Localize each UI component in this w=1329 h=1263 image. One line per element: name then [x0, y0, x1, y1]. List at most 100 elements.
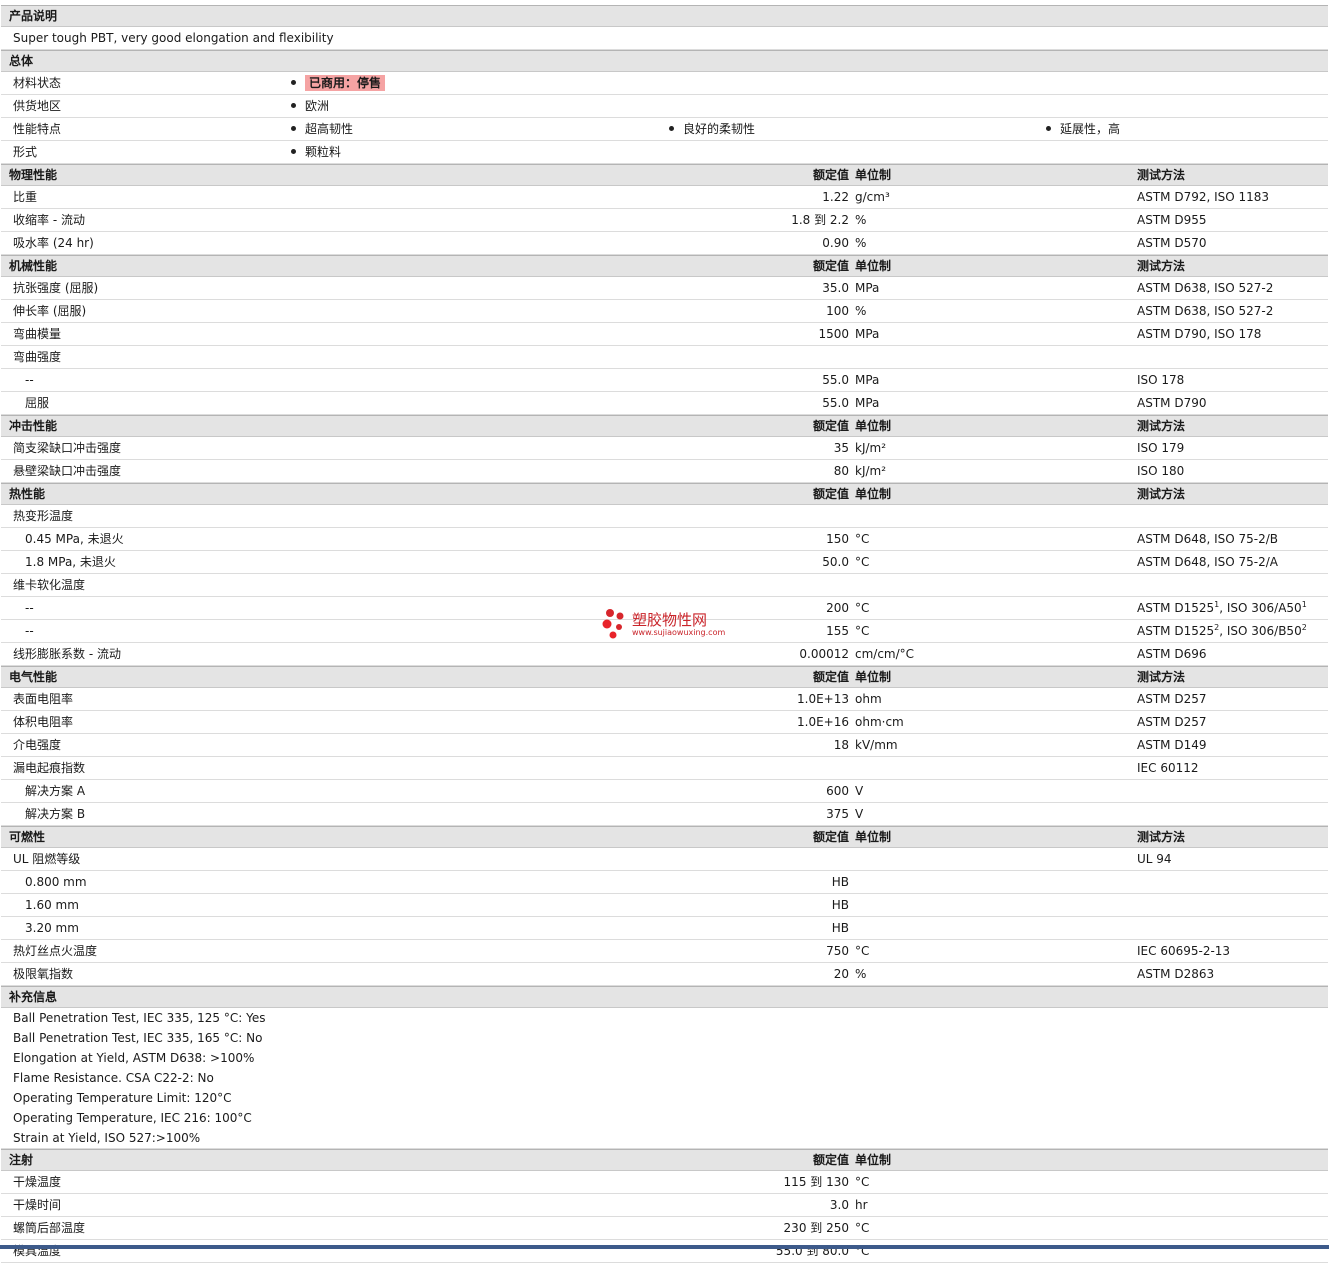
row-value: 80 — [833, 464, 849, 478]
bottom-scroll-bar — [0, 1245, 1329, 1249]
col-header-value: 额定值 — [812, 830, 849, 844]
bullet-icon — [291, 149, 296, 154]
row-label: 模具温度 — [13, 1244, 62, 1258]
section-header-mechanical: 机械性能 额定值 单位制 测试方法 — [1, 255, 1328, 277]
property-subrow: 解决方案 A 600 V — [1, 780, 1328, 803]
row-label: 供货地区 — [13, 99, 62, 113]
col-header-test: 测试方法 — [1137, 830, 1186, 844]
row-value: 1.8 到 2.2 — [791, 213, 849, 227]
col-header-unit: 单位制 — [855, 670, 892, 684]
feature-item: 超高韧性 — [291, 118, 353, 140]
note-text: Flame Resistance. CSA C22-2: No — [13, 1071, 214, 1085]
row-value: HB — [831, 921, 849, 935]
row-test: ASTM D790 — [1137, 396, 1207, 410]
row-label: 伸长率 (屈服) — [13, 304, 87, 318]
row-unit: MPa — [855, 281, 880, 295]
row-value: 50.0 — [822, 555, 849, 569]
row-test: ASTM D2863 — [1137, 967, 1215, 981]
feature-text: 良好的柔韧性 — [683, 122, 756, 136]
section-title: 电气性能 — [9, 670, 58, 684]
col-header-value: 额定值 — [812, 259, 849, 273]
row-label: 弯曲模量 — [13, 327, 62, 341]
property-row: 线形膨胀系数 - 流动 0.00012 cm/cm/°C ASTM D696 — [1, 643, 1328, 666]
row-unit: ohm·cm — [855, 715, 904, 729]
property-row: 简支梁缺口冲击强度 35 kJ/m² ISO 179 — [1, 437, 1328, 460]
feature-item: 颗粒料 — [291, 141, 341, 163]
section-header-general: 总体 — [1, 50, 1328, 72]
row-label: 性能特点 — [13, 122, 62, 136]
row-value: 0.90 — [822, 236, 849, 250]
row-label: 抗张强度 (屈服) — [13, 281, 99, 295]
test-method-b: , ISO 306/A50 — [1219, 601, 1302, 615]
row-label: 介电强度 — [13, 738, 62, 752]
row-label: 线形膨胀系数 - 流动 — [13, 647, 121, 661]
row-value: 3.0 — [829, 1198, 849, 1212]
general-row-status: 材料状态 已商用：停售 — [1, 72, 1328, 95]
row-unit: cm/cm/°C — [855, 647, 915, 661]
property-row: 介电强度 18 kV/mm ASTM D149 — [1, 734, 1328, 757]
row-value: 230 到 250 — [783, 1221, 849, 1235]
row-unit: °C — [855, 555, 870, 569]
row-test: ASTM D570 — [1137, 236, 1207, 250]
section-header-impact: 冲击性能 额定值 单位制 测试方法 — [1, 415, 1328, 437]
feature-item: 已商用：停售 — [291, 72, 386, 94]
general-row-region: 供货地区 欧洲 — [1, 95, 1328, 118]
section-header-physical: 物理性能 额定值 单位制 测试方法 — [1, 164, 1328, 186]
row-label: 1.8 MPa, 未退火 — [25, 555, 116, 569]
row-label: UL 阻燃等级 — [13, 852, 81, 866]
bullet-icon — [291, 126, 296, 131]
general-row-features: 性能特点 超高韧性 良好的柔韧性 延展性，高 — [1, 118, 1328, 141]
section-header-electrical: 电气性能 额定值 单位制 测试方法 — [1, 666, 1328, 688]
row-value: 35.0 — [822, 281, 849, 295]
section-title: 补充信息 — [9, 990, 58, 1004]
row-value: 18 — [833, 738, 849, 752]
description-text: Super tough PBT, very good elongation an… — [13, 31, 334, 45]
property-subrow: 屈服 55.0 MPa ASTM D790 — [1, 392, 1328, 415]
row-unit: MPa — [855, 373, 880, 387]
property-row: 弯曲模量 1500 MPa ASTM D790, ISO 178 — [1, 323, 1328, 346]
row-test: ASTM D696 — [1137, 647, 1207, 661]
row-label: 比重 — [13, 190, 38, 204]
feature-text: 超高韧性 — [305, 122, 354, 136]
property-row: UL 阻燃等级 UL 94 — [1, 848, 1328, 871]
row-label: 螺筒后部温度 — [13, 1221, 86, 1235]
row-unit: % — [855, 236, 867, 250]
row-test: ASTM D638, ISO 527-2 — [1137, 304, 1274, 318]
row-label: 解决方案 A — [25, 784, 86, 798]
note-line: Ball Penetration Test, IEC 335, 125 °C: … — [1, 1008, 1328, 1028]
general-row-form: 形式 颗粒料 — [1, 141, 1328, 164]
col-header-unit: 单位制 — [855, 1153, 892, 1167]
col-header-value: 额定值 — [812, 487, 849, 501]
col-header-test: 测试方法 — [1137, 168, 1186, 182]
col-header-unit: 单位制 — [855, 487, 892, 501]
note-line: Operating Temperature Limit: 120°C — [1, 1088, 1328, 1108]
property-row: 维卡软化温度 — [1, 574, 1328, 597]
property-row: 干燥温度 115 到 130 °C — [1, 1171, 1328, 1194]
note-text: Strain at Yield, ISO 527:>100% — [13, 1131, 201, 1145]
note-text: Operating Temperature, IEC 216: 100°C — [13, 1111, 252, 1125]
col-header-value: 额定值 — [812, 1153, 849, 1167]
col-header-value: 额定值 — [812, 419, 849, 433]
bullet-icon — [1046, 126, 1051, 131]
row-unit: °C — [855, 601, 870, 615]
row-unit: kJ/m² — [855, 441, 887, 455]
property-row: 热灯丝点火温度 750 °C IEC 60695-2-13 — [1, 940, 1328, 963]
property-subrow: 0.800 mm HB — [1, 871, 1328, 894]
property-row: 热变形温度 — [1, 505, 1328, 528]
row-value: 0.00012 — [799, 647, 849, 661]
row-value: HB — [831, 875, 849, 889]
row-value: 55.0 到 80.0 — [775, 1244, 849, 1258]
section-header-supplement: 补充信息 — [1, 986, 1328, 1008]
property-row: 干燥时间 3.0 hr — [1, 1194, 1328, 1217]
col-header-test: 测试方法 — [1137, 487, 1186, 501]
row-test: ASTM D257 — [1137, 715, 1207, 729]
site-watermark: 塑胶物性网 www.sujiaowuxing.com — [600, 606, 740, 640]
row-label: 体积电阻率 — [13, 715, 74, 729]
test-method-a: ASTM D1525 — [1137, 601, 1215, 615]
row-test: ISO 178 — [1137, 373, 1185, 387]
row-unit: % — [855, 213, 867, 227]
row-label: 干燥时间 — [13, 1198, 62, 1212]
row-test: ASTM D955 — [1137, 213, 1207, 227]
row-test: ASTM D15251, ISO 306/A501 — [1137, 597, 1307, 619]
status-badge: 已商用：停售 — [305, 75, 386, 91]
